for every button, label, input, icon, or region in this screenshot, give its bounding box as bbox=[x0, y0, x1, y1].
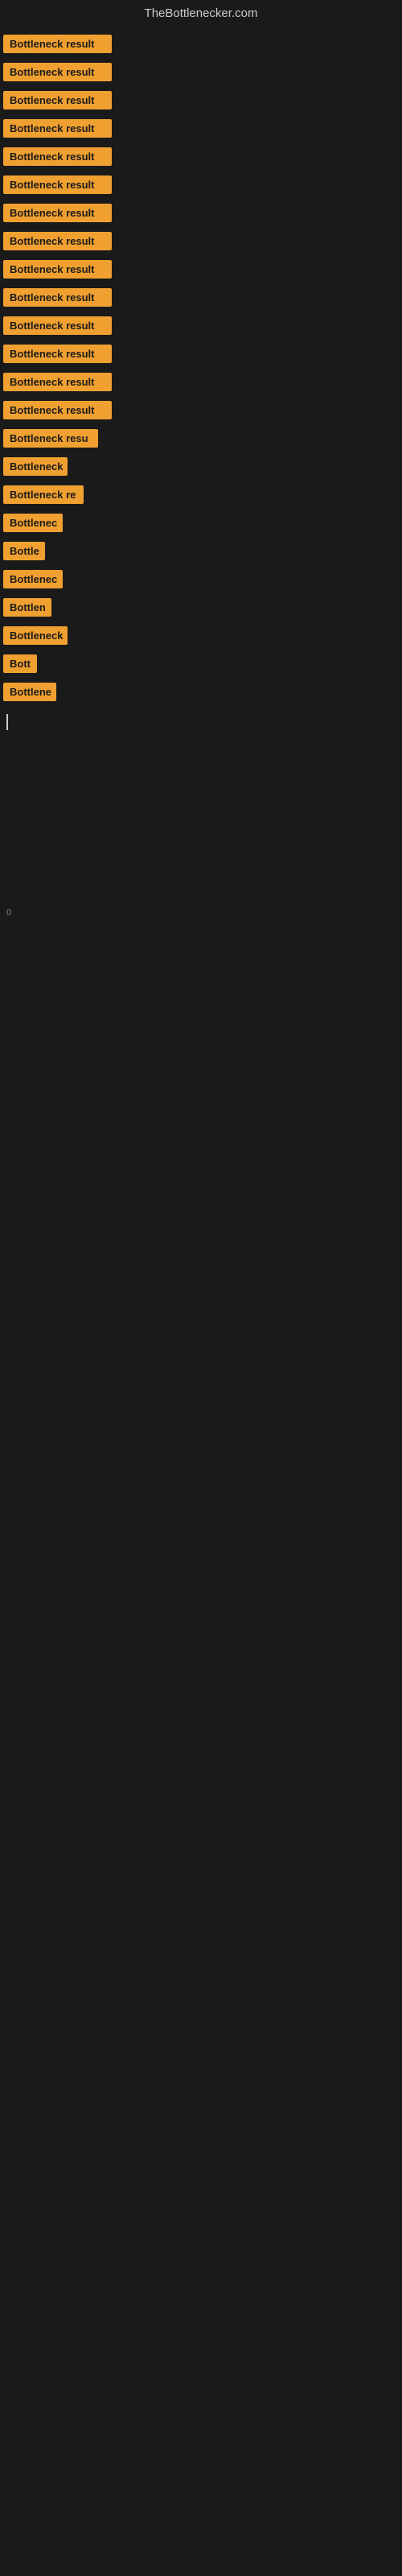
footer-char: 0 bbox=[6, 908, 11, 918]
bottleneck-badge[interactable]: Bott bbox=[3, 654, 37, 673]
list-item: Bottleneck bbox=[0, 621, 402, 650]
bottleneck-badge[interactable]: Bottleneck result bbox=[3, 35, 112, 53]
site-title: TheBottlenecker.com bbox=[145, 6, 258, 20]
bottleneck-badge[interactable]: Bottleneck result bbox=[3, 288, 112, 307]
cursor-row bbox=[0, 709, 402, 739]
bottleneck-badge[interactable]: Bottleneck result bbox=[3, 260, 112, 279]
site-header: TheBottlenecker.com bbox=[0, 0, 402, 30]
list-item: Bott bbox=[0, 650, 402, 678]
bottleneck-badge[interactable]: Bottleneck result bbox=[3, 232, 112, 250]
spacer-2 bbox=[0, 924, 402, 1407]
bottleneck-badge[interactable]: Bottlen bbox=[3, 598, 51, 617]
text-cursor bbox=[6, 714, 8, 730]
list-item: Bottleneck result bbox=[0, 227, 402, 255]
bottleneck-badge[interactable]: Bottleneck bbox=[3, 457, 68, 476]
bottleneck-badge[interactable]: Bottleneck result bbox=[3, 204, 112, 222]
bottleneck-badge[interactable]: Bottleneck result bbox=[3, 373, 112, 391]
list-item: Bottleneck result bbox=[0, 86, 402, 114]
list-item: Bottleneck re bbox=[0, 481, 402, 509]
list-item: Bottleneck bbox=[0, 452, 402, 481]
list-item: Bottlen bbox=[0, 593, 402, 621]
list-item: Bottle bbox=[0, 537, 402, 565]
items-container: Bottleneck result Bottleneck result Bottle… bbox=[0, 30, 402, 706]
list-item: Bottleneck result bbox=[0, 255, 402, 283]
bottleneck-badge[interactable]: Bottleneck result bbox=[3, 316, 112, 335]
bottleneck-badge[interactable]: Bottleneck result bbox=[3, 345, 112, 363]
list-item: Bottleneck result bbox=[0, 114, 402, 142]
bottleneck-badge[interactable]: Bottleneck result bbox=[3, 175, 112, 194]
bottleneck-badge[interactable]: Bottlenec bbox=[3, 570, 63, 588]
list-item: Bottleneck result bbox=[0, 312, 402, 340]
list-item: Bottleneck result bbox=[0, 171, 402, 199]
list-item: Bottleneck result bbox=[0, 199, 402, 227]
bottleneck-badge[interactable]: Bottleneck result bbox=[3, 91, 112, 109]
bottleneck-badge[interactable]: Bottleneck resu bbox=[3, 429, 98, 448]
list-item: Bottlene bbox=[0, 678, 402, 706]
bottleneck-badge[interactable]: Bottleneck result bbox=[3, 147, 112, 166]
bottleneck-badge[interactable]: Bottleneck result bbox=[3, 63, 112, 81]
list-item: Bottleneck result bbox=[0, 58, 402, 86]
bottleneck-badge[interactable]: Bottle bbox=[3, 542, 45, 560]
list-item: Bottleneck result bbox=[0, 340, 402, 368]
list-item: Bottleneck result bbox=[0, 142, 402, 171]
footer-char-row: 0 bbox=[0, 900, 402, 924]
spacer-1 bbox=[0, 739, 402, 900]
list-item: Bottleneck result bbox=[0, 30, 402, 58]
bottleneck-badge[interactable]: Bottleneck result bbox=[3, 119, 112, 138]
list-item: Bottleneck resu bbox=[0, 424, 402, 452]
bottleneck-badge[interactable]: Bottlenec bbox=[3, 514, 63, 532]
bottleneck-badge[interactable]: Bottlene bbox=[3, 683, 56, 701]
list-item: Bottleneck result bbox=[0, 368, 402, 396]
list-item: Bottleneck result bbox=[0, 396, 402, 424]
bottleneck-badge[interactable]: Bottleneck re bbox=[3, 485, 84, 504]
list-item: Bottleneck result bbox=[0, 283, 402, 312]
bottleneck-badge[interactable]: Bottleneck result bbox=[3, 401, 112, 419]
list-item: Bottlenec bbox=[0, 509, 402, 537]
bottleneck-badge[interactable]: Bottleneck bbox=[3, 626, 68, 645]
list-item: Bottlenec bbox=[0, 565, 402, 593]
